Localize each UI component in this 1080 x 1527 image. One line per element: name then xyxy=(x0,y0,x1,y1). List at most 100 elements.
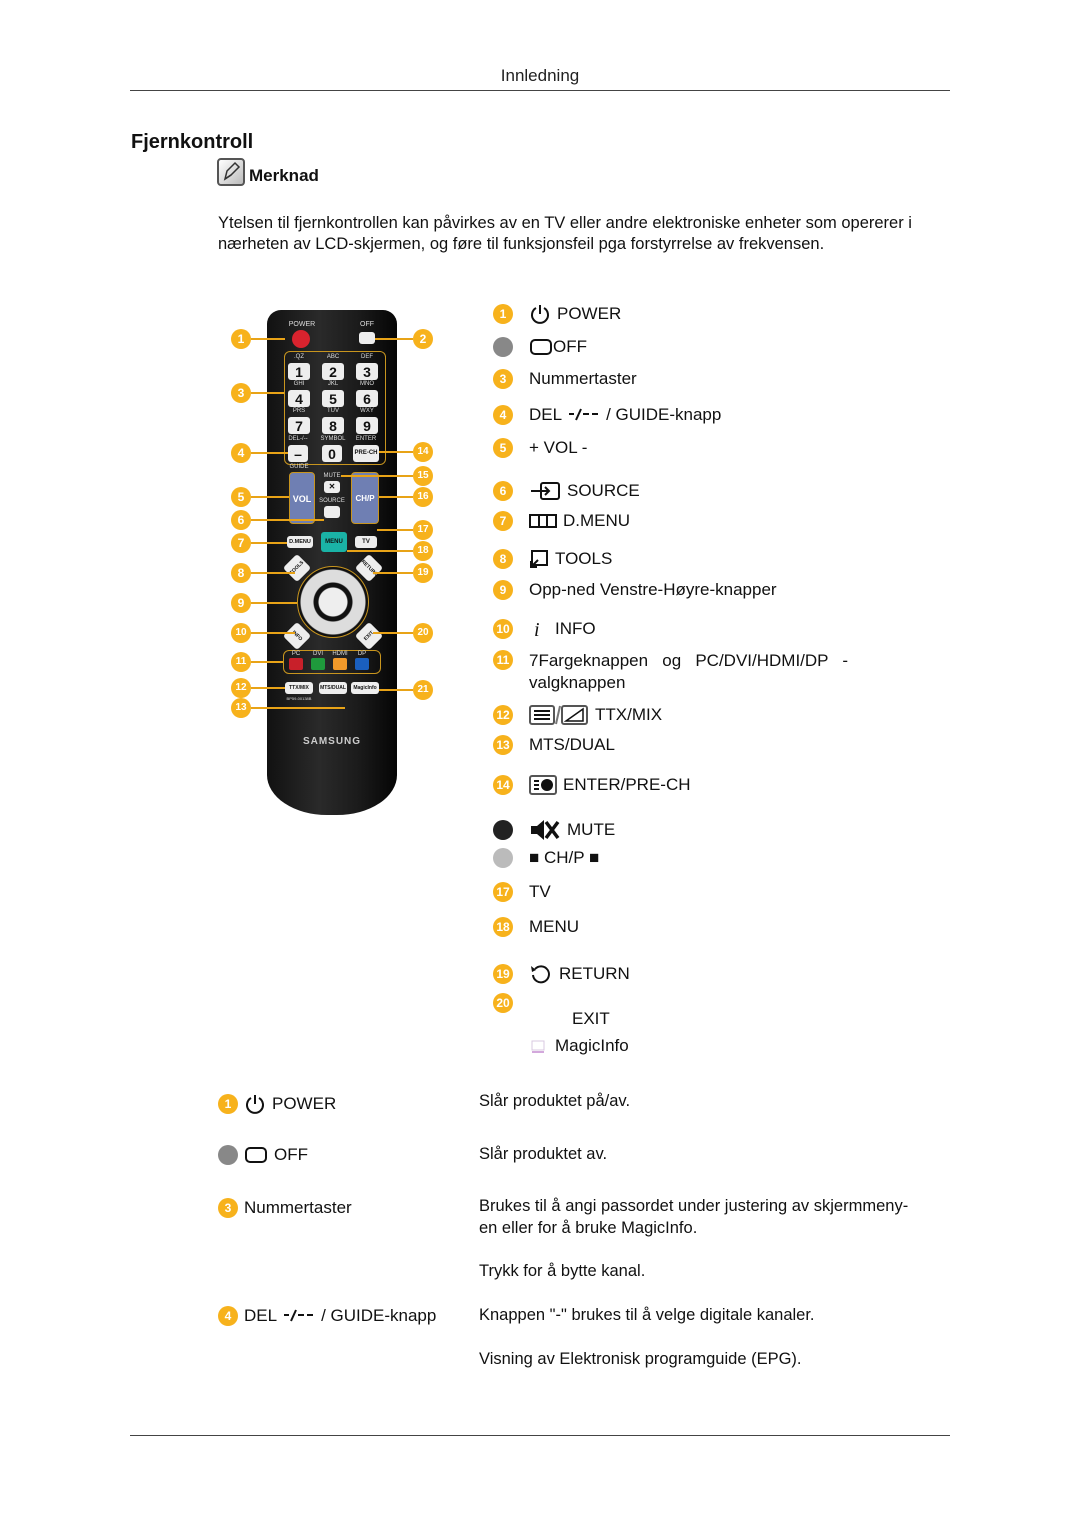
table-description: Knappen "-" brukes til å velge digitale … xyxy=(479,1306,815,1324)
menu-key: MENU xyxy=(321,532,347,552)
label-text: / GUIDE-knapp xyxy=(606,405,722,424)
number-key: 2 xyxy=(322,363,344,380)
ttx-mix-key: TTX/MIX xyxy=(285,682,313,694)
callout-badge: 1 xyxy=(231,329,251,349)
callout-badge: 8 xyxy=(231,563,251,583)
mute-key: ✕ xyxy=(324,481,340,493)
zero-key: 0 xyxy=(322,445,342,462)
label-text: MUTE xyxy=(567,820,616,839)
svg-text:i: i xyxy=(534,619,540,640)
table-description: Visning av Elektronisk programguide (EPG… xyxy=(479,1350,802,1368)
tools-icon xyxy=(529,549,549,569)
legend-label: D.MENU xyxy=(529,511,630,531)
color-key xyxy=(333,658,347,670)
callout-marker xyxy=(493,337,513,357)
legend-item: 5 + VOL - xyxy=(493,438,587,458)
number-key: 8 xyxy=(322,417,344,434)
ttx-mix-icon xyxy=(529,704,589,726)
table-description: Slår produktet av. xyxy=(479,1145,608,1163)
callout-leader-line xyxy=(251,661,283,663)
callout-badge: 2 xyxy=(413,329,433,349)
tv-key: TV xyxy=(355,536,377,548)
callout-leader-line xyxy=(347,550,413,552)
label-text: OFF xyxy=(553,337,587,356)
mute-key-label: MUTE xyxy=(323,473,341,479)
legend-item: 17 TV xyxy=(493,882,551,902)
color-key xyxy=(289,658,303,670)
off-screen-icon xyxy=(529,337,553,357)
callout-number-badge: 11 xyxy=(493,650,513,670)
number-key: 6 xyxy=(356,390,378,407)
callout-leader-line xyxy=(379,451,413,453)
callout-badge: 3 xyxy=(231,383,251,403)
model-number: BP59-00138B xyxy=(286,696,312,701)
legend-label: 7Fargeknappen og PC/DVI/HDMI/DP - valgkna… xyxy=(529,650,848,694)
legend-item: 11 7Fargeknappen og PC/DVI/HDMI/DP - valgk… xyxy=(493,650,848,694)
callout-number-badge: 14 xyxy=(493,775,513,795)
callout-badge: 13 xyxy=(231,698,251,718)
legend-label: TV xyxy=(529,882,551,902)
info-icon: i xyxy=(529,618,549,640)
legend-item: 1 POWER xyxy=(493,303,621,325)
brand-logo: SAMSUNG xyxy=(302,736,362,747)
note-heading: Merknad xyxy=(217,158,319,186)
color-key xyxy=(311,658,325,670)
magicinfo-icon xyxy=(529,1038,549,1054)
label-text: TTX/MIX xyxy=(595,705,663,724)
callout-leader-line xyxy=(379,496,413,498)
legend-item: 13 MTS/DUAL xyxy=(493,735,615,755)
legend-label: MENU xyxy=(529,917,579,937)
number-key: 4 xyxy=(288,390,310,407)
legend-label: RETURN xyxy=(529,962,630,986)
number-key: 9 xyxy=(356,417,378,434)
key-letters: TUV xyxy=(327,408,339,414)
label-text: TV xyxy=(529,882,551,901)
legend-label-line: 7Fargeknappen og PC/DVI/HDMI/DP - xyxy=(529,651,849,670)
legend-item: 10 i INFO xyxy=(493,618,596,640)
label-text: + VOL - xyxy=(529,438,588,457)
legend-label: EXIT xyxy=(572,1009,610,1029)
legend-item: OFF xyxy=(493,337,587,357)
callout-badge: 6 xyxy=(231,510,251,530)
table-label: POWER xyxy=(244,1093,336,1115)
callout-number-badge: 5 xyxy=(493,438,513,458)
label-text: INFO xyxy=(555,619,596,638)
running-header: Innledning xyxy=(500,66,580,85)
guide-label: GUIDE xyxy=(289,464,309,470)
label-text: DEL xyxy=(244,1306,278,1325)
callout-number-badge: 3 xyxy=(218,1198,238,1218)
description-line: en eller for å bruke MagicInfo. xyxy=(479,1219,698,1237)
label-text: Nummertaster xyxy=(244,1198,352,1217)
label-text: / GUIDE-knapp xyxy=(321,1306,437,1325)
callout-badge: 7 xyxy=(231,533,251,553)
callout-number-badge: 9 xyxy=(493,580,513,600)
label-text: DEL xyxy=(529,405,563,424)
callout-leader-line xyxy=(251,687,285,689)
key-letters: ABC xyxy=(326,354,340,360)
header-rule xyxy=(130,90,950,91)
callout-badge: 4 xyxy=(231,443,251,463)
legend-item: ■ CH/P ■ xyxy=(493,848,599,868)
label-text: EXIT xyxy=(572,1009,610,1028)
enter-prech-icon xyxy=(529,774,557,796)
legend-item: 7 D.MENU xyxy=(493,511,630,531)
label-text: TOOLS xyxy=(555,549,613,568)
mts-dual-key: MTS/DUAL xyxy=(319,682,347,694)
callout-badge: 20 xyxy=(413,623,433,643)
callout-number-badge: 1 xyxy=(493,304,513,324)
del-key-label: DEL-/-- xyxy=(288,436,308,442)
table-row-label: 3 Nummertaster xyxy=(218,1198,352,1218)
key-letters: DEF xyxy=(361,354,373,360)
legend-label: MUTE xyxy=(529,817,615,843)
off-screen-icon xyxy=(244,1145,268,1165)
label-text: POWER xyxy=(557,304,622,323)
chp-label: CH/P xyxy=(355,494,375,503)
legend-label: OFF xyxy=(529,337,587,357)
table-description: Slår produktet på/av. xyxy=(479,1092,631,1110)
callout-number-badge: 20 xyxy=(493,993,513,1013)
legend-item: 12 TTX/MIX xyxy=(493,704,662,726)
callout-number-badge: 12 xyxy=(493,705,513,725)
legend-label: Opp-ned Venstre-Høyre-knapper xyxy=(529,580,777,600)
legend-item: 19 RETURN xyxy=(493,962,630,986)
callout-marker xyxy=(493,848,513,868)
